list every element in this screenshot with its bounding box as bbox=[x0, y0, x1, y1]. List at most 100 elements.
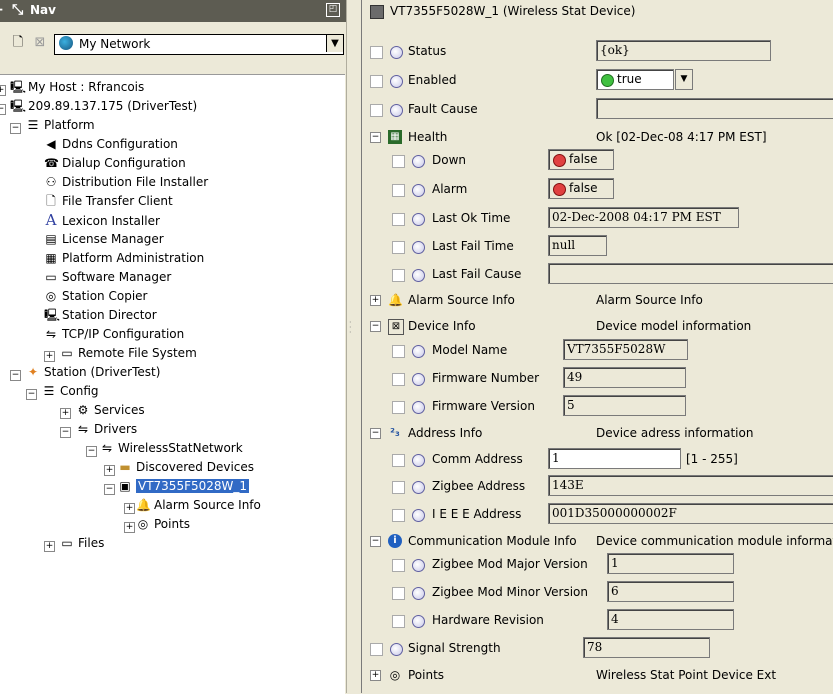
expand-toggle[interactable]: + bbox=[44, 541, 55, 552]
tree-item-services[interactable]: ⚙ Services bbox=[76, 401, 145, 419]
collapse-toggle[interactable]: − bbox=[370, 536, 381, 547]
row-checkbox[interactable] bbox=[392, 587, 405, 600]
enabled-select[interactable]: true bbox=[596, 69, 674, 90]
tree-item-label: Lexicon Installer bbox=[62, 214, 160, 228]
property-icon bbox=[412, 615, 425, 628]
collapse-icon[interactable]: - bbox=[0, 2, 3, 16]
close-icon[interactable]: ⊠ bbox=[32, 35, 48, 51]
ieee-address-field: 001D35000000002F bbox=[548, 503, 833, 524]
tree-item-files[interactable]: ▭ Files bbox=[60, 534, 104, 552]
tree-item-ddns[interactable]: ◀ Ddns Configuration bbox=[44, 135, 178, 153]
tree-item-file-transfer[interactable]: 🗋 File Transfer Client bbox=[44, 192, 173, 210]
row-checkbox[interactable] bbox=[392, 454, 405, 467]
tree-item-device[interactable]: ▣ VT7355F5028W_1 bbox=[118, 477, 250, 495]
station-icon: ✦ bbox=[27, 365, 39, 379]
drivers-icon: ⇋ bbox=[77, 422, 89, 436]
splitter[interactable]: · · · bbox=[346, 0, 355, 693]
tree-item-label: Software Manager bbox=[62, 270, 172, 284]
row-checkbox[interactable] bbox=[392, 155, 405, 168]
tree-item-label: TCP/IP Configuration bbox=[62, 327, 185, 341]
row-checkbox[interactable] bbox=[392, 481, 405, 494]
tree-item-label: Discovered Devices bbox=[136, 460, 255, 474]
true-dot-icon bbox=[601, 74, 614, 87]
property-icon bbox=[412, 509, 425, 522]
tree-item-my-host[interactable]: 🖳 My Host : Rfrancois bbox=[10, 78, 144, 96]
new-file-icon[interactable]: 🗋 bbox=[10, 35, 26, 51]
network-select[interactable]: My Network ▼ bbox=[54, 34, 344, 55]
tree-item-alarm-source[interactable]: 🔔 Alarm Source Info bbox=[136, 496, 261, 514]
collapse-toggle[interactable]: − bbox=[10, 370, 21, 381]
property-label: Alarm bbox=[432, 182, 468, 196]
tree-item-label: VT7355F5028W_1 bbox=[136, 479, 250, 493]
row-checkbox[interactable] bbox=[392, 345, 405, 358]
tree-item-platform[interactable]: ☰ Platform bbox=[26, 116, 95, 134]
collapse-toggle[interactable]: − bbox=[26, 389, 37, 400]
folder-icon: ▬ bbox=[119, 460, 131, 474]
expand-toggle[interactable]: + bbox=[44, 351, 55, 362]
row-checkbox[interactable] bbox=[392, 269, 405, 282]
expand-toggle[interactable]: + bbox=[60, 408, 71, 419]
collapse-toggle[interactable]: − bbox=[86, 446, 97, 457]
tree-item-remote-fs[interactable]: ▭ Remote File System bbox=[60, 344, 197, 362]
tree-item-software-manager[interactable]: ▭ Software Manager bbox=[44, 268, 171, 286]
expand-toggle[interactable]: + bbox=[370, 670, 381, 681]
expand-toggle[interactable]: + bbox=[0, 85, 6, 96]
tree-item-platform-admin[interactable]: ▦ Platform Administration bbox=[44, 249, 204, 267]
row-checkbox[interactable] bbox=[370, 46, 383, 59]
host-icon: 🖳 bbox=[10, 99, 27, 113]
chevron-down-icon[interactable]: ▼ bbox=[326, 35, 343, 52]
row-status: Status {ok} bbox=[362, 38, 833, 67]
row-checkbox[interactable] bbox=[392, 373, 405, 386]
row-checkbox[interactable] bbox=[370, 75, 383, 88]
expand-toggle[interactable]: + bbox=[124, 503, 135, 514]
nav-tree: + 🖳 My Host : Rfrancois − 🖳 209.89.137.175… bbox=[0, 74, 345, 694]
splitter-grip[interactable]: · · · bbox=[349, 319, 352, 337]
property-label: Zigbee Address bbox=[432, 479, 526, 493]
tree-item-dist-installer[interactable]: ⚇ Distribution File Installer bbox=[44, 173, 209, 191]
tree-item-station-director[interactable]: 🖳 Station Director bbox=[44, 306, 157, 324]
row-checkbox[interactable] bbox=[392, 615, 405, 628]
tree-item-tcpip[interactable]: ⇋ TCP/IP Configuration bbox=[44, 325, 184, 343]
tree-item-lexicon[interactable]: A Lexicon Installer bbox=[44, 211, 160, 229]
collapse-toggle[interactable]: − bbox=[10, 123, 21, 134]
row-checkbox[interactable] bbox=[392, 241, 405, 254]
property-icon bbox=[412, 373, 425, 386]
tree-item-station-copier[interactable]: ◎ Station Copier bbox=[44, 287, 148, 305]
expand-toggle[interactable]: + bbox=[124, 522, 135, 533]
tree-item-dialup[interactable]: ☎ Dialup Configuration bbox=[44, 154, 186, 172]
tree-item-label: Alarm Source Info bbox=[154, 498, 261, 512]
row-checkbox[interactable] bbox=[392, 213, 405, 226]
tree-item-label: Dialup Configuration bbox=[62, 156, 186, 170]
tree-item-station[interactable]: ✦ Station (DriverTest) bbox=[26, 363, 160, 381]
nav-title-bar: - ⤡ Nav ◰ bbox=[0, 0, 346, 22]
row-checkbox[interactable] bbox=[392, 509, 405, 522]
tree-item-wireless-network[interactable]: ⇋ WirelessStatNetwork bbox=[100, 439, 243, 457]
expand-toggle[interactable]: + bbox=[370, 295, 381, 306]
collapse-toggle[interactable]: − bbox=[370, 428, 381, 439]
tree-item-label: Remote File System bbox=[78, 346, 197, 360]
collapse-toggle[interactable]: − bbox=[0, 104, 6, 115]
tree-item-config[interactable]: ☰ Config bbox=[42, 382, 99, 400]
collapse-toggle[interactable]: − bbox=[370, 321, 381, 332]
tree-item-license[interactable]: ▤ License Manager bbox=[44, 230, 163, 248]
row-checkbox[interactable] bbox=[392, 559, 405, 572]
chevron-down-icon[interactable]: ▼ bbox=[675, 69, 693, 90]
tree-item-ip-host[interactable]: 🖳 209.89.137.175 (DriverTest) bbox=[10, 97, 197, 115]
expand-toggle[interactable]: + bbox=[104, 465, 115, 476]
collapse-toggle[interactable]: − bbox=[104, 484, 115, 495]
row-checkbox[interactable] bbox=[370, 104, 383, 117]
tree-item-discovered[interactable]: ▬ Discovered Devices bbox=[118, 458, 254, 476]
row-checkbox[interactable] bbox=[392, 401, 405, 414]
collapse-toggle[interactable]: − bbox=[60, 427, 71, 438]
row-checkbox[interactable] bbox=[370, 643, 383, 656]
row-firmware-version: Firmware Version 5 bbox=[362, 393, 833, 422]
bell-icon: 🔔 bbox=[136, 498, 151, 512]
comm-address-input[interactable]: 1 bbox=[548, 448, 681, 469]
tree-item-points[interactable]: ◎ Points bbox=[136, 515, 190, 533]
row-checkbox[interactable] bbox=[392, 184, 405, 197]
points-icon: ◎ bbox=[389, 668, 401, 682]
tree-item-drivers[interactable]: ⇋ Drivers bbox=[76, 420, 137, 438]
services-gear-icon: ⚙ bbox=[77, 403, 89, 417]
collapse-toggle[interactable]: − bbox=[370, 132, 381, 143]
maximize-icon[interactable]: ◰ bbox=[326, 3, 340, 17]
